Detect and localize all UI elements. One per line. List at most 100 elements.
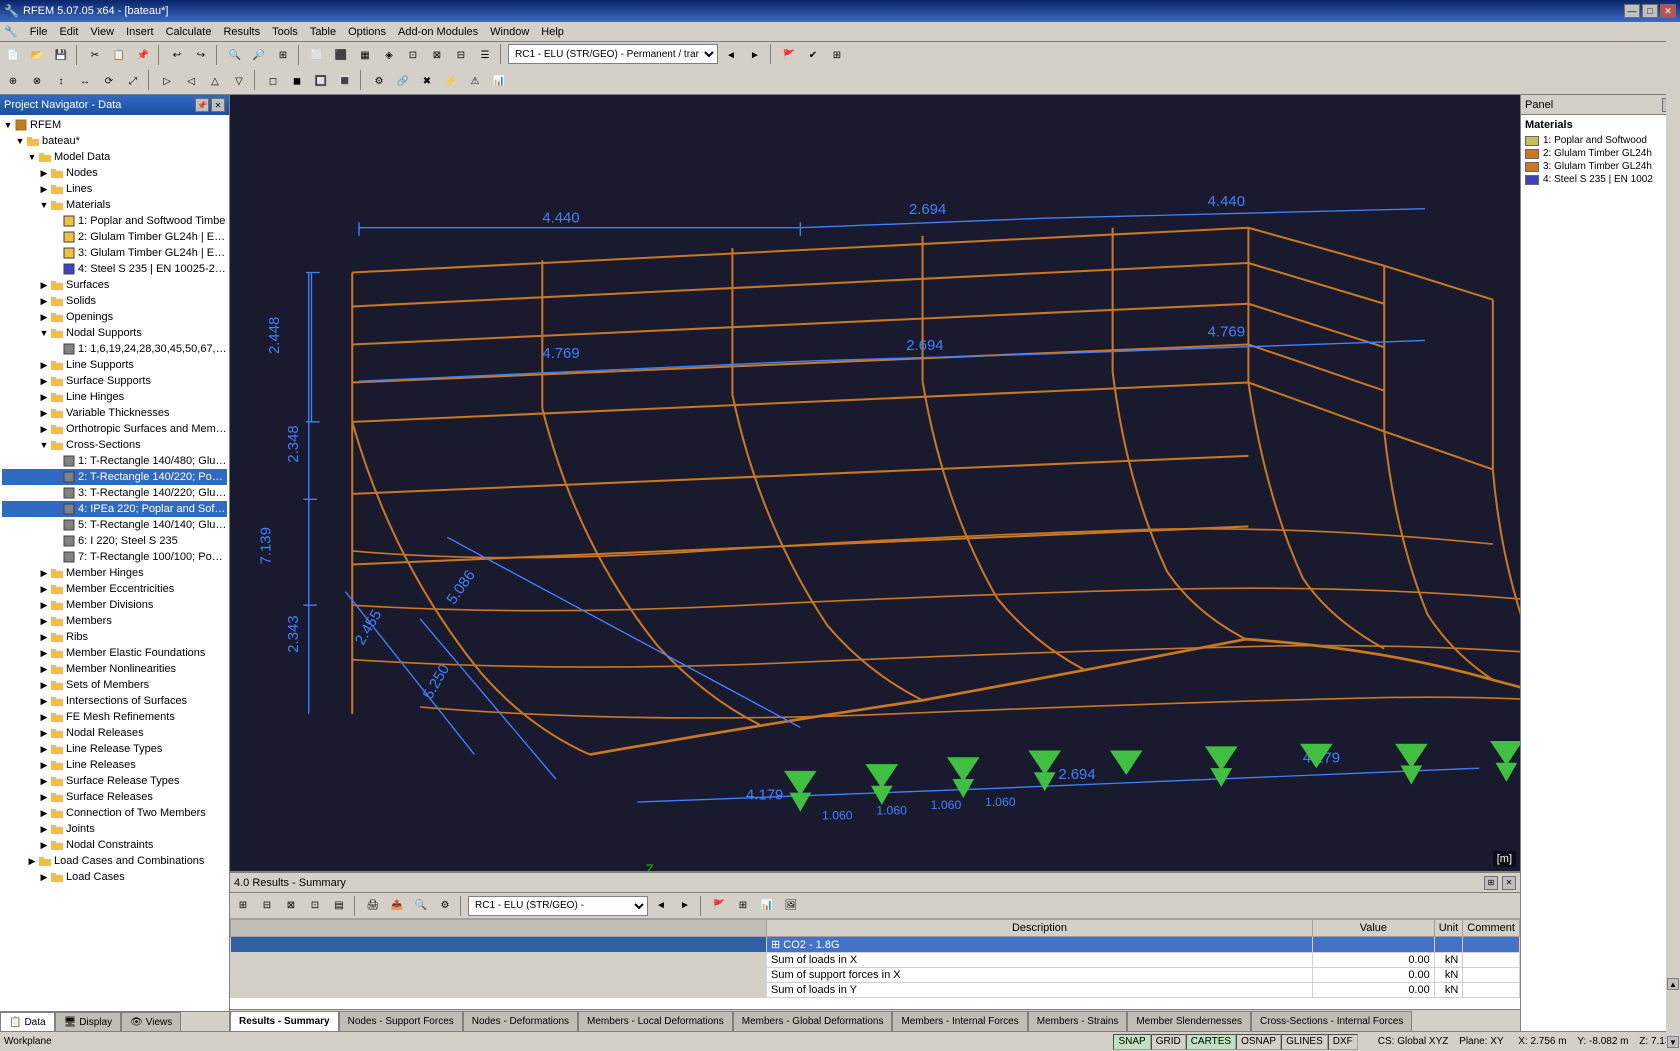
- expand-icon-materials[interactable]: ▼: [38, 199, 50, 211]
- tb2-btn-6[interactable]: ⤢: [122, 70, 144, 92]
- expand-icon-model-data[interactable]: ▼: [26, 151, 38, 163]
- tree-item-cs1[interactable]: 1: T-Rectangle 140/480; Glulan: [2, 453, 227, 469]
- glines-status[interactable]: GLINES: [1281, 1034, 1328, 1050]
- osnap-status[interactable]: OSNAP: [1236, 1034, 1281, 1050]
- expand-icon-cs1[interactable]: [50, 455, 62, 467]
- res-tb-btn-2[interactable]: ⊟: [256, 895, 278, 917]
- close-button[interactable]: ✕: [1660, 4, 1676, 18]
- nav-tab-data[interactable]: 📋 Data: [0, 1012, 55, 1031]
- menu-item-view[interactable]: View: [84, 24, 120, 40]
- tb2-btn-3[interactable]: ↕: [50, 70, 72, 92]
- expand-icon-cs2[interactable]: [50, 471, 62, 483]
- tb2-btn-7[interactable]: ▷: [156, 70, 178, 92]
- tb-copy-btn[interactable]: 📋: [108, 44, 130, 66]
- tree-item-openings[interactable]: ▶Openings: [2, 309, 227, 325]
- tree-item-model-data[interactable]: ▼Model Data: [2, 149, 227, 165]
- tb2-btn-19[interactable]: ⚠: [464, 70, 486, 92]
- tree-item-rfem[interactable]: ▼RFEM: [2, 117, 227, 133]
- tree-item-materials[interactable]: ▼Materials: [2, 197, 227, 213]
- nav-pin-button[interactable]: 📌: [195, 98, 209, 112]
- expand-icon-mat3[interactable]: [50, 247, 62, 259]
- expand-icon-cross-sections[interactable]: ▼: [38, 439, 50, 451]
- expand-icon-solids[interactable]: ▶: [38, 295, 50, 307]
- tree-item-ns1[interactable]: 1: 1,6,19,24,28,30,45,50,67,68,72: [2, 341, 227, 357]
- menu-item-help[interactable]: Help: [535, 24, 570, 40]
- snap-status[interactable]: SNAP: [1113, 1034, 1150, 1050]
- tree-item-member-nonlinearities[interactable]: ▶Member Nonlinearities: [2, 661, 227, 677]
- tb-btn-g[interactable]: ⊟: [450, 44, 472, 66]
- res-tab-members---internal-forces[interactable]: Members - Internal Forces: [892, 1011, 1027, 1031]
- menu-item-insert[interactable]: Insert: [120, 24, 160, 40]
- tree-item-line-release-types[interactable]: ▶Line Release Types: [2, 741, 227, 757]
- expand-icon-openings[interactable]: ▶: [38, 311, 50, 323]
- expand-icon-nodal-releases[interactable]: ▶: [38, 727, 50, 739]
- minimize-button[interactable]: —: [1624, 4, 1640, 18]
- expand-icon-joints[interactable]: ▶: [38, 823, 50, 835]
- expand-icon-cs6[interactable]: [50, 535, 62, 547]
- tree-item-ortho-surfaces[interactable]: ▶Orthotropic Surfaces and Membra: [2, 421, 227, 437]
- res-tab-nodes---support-forces[interactable]: Nodes - Support Forces: [339, 1011, 463, 1031]
- res-tb-settings[interactable]: ⚙: [434, 895, 456, 917]
- results-float-btn[interactable]: ⊞: [1484, 876, 1498, 890]
- tree-item-surface-release-types[interactable]: ▶Surface Release Types: [2, 773, 227, 789]
- expand-icon-mat2[interactable]: [50, 231, 62, 243]
- tree-item-solids[interactable]: ▶Solids: [2, 293, 227, 309]
- res-tb-btn-5[interactable]: ▤: [328, 895, 350, 917]
- expand-icon-surface-release-types[interactable]: ▶: [38, 775, 50, 787]
- tb2-btn-16[interactable]: 🔗: [392, 70, 414, 92]
- nav-close-button[interactable]: ✕: [211, 98, 225, 112]
- tree-item-cs5[interactable]: 5: T-Rectangle 140/140; Glulan: [2, 517, 227, 533]
- expand-icon-load-cases-more[interactable]: ▶: [38, 871, 50, 883]
- tree-item-connection-two-members[interactable]: ▶Connection of Two Members: [2, 805, 227, 821]
- expand-icon-lines[interactable]: ▶: [38, 183, 50, 195]
- res-tab-members---global-deformations[interactable]: Members - Global Deformations: [733, 1011, 893, 1031]
- res-tb-btn-1[interactable]: ⊞: [232, 895, 254, 917]
- tb-zoom-all-btn[interactable]: ⊞: [272, 44, 294, 66]
- tree-item-surface-supports[interactable]: ▶Surface Supports: [2, 373, 227, 389]
- tb-btn-c[interactable]: ▦: [354, 44, 376, 66]
- tb-save-btn[interactable]: 💾: [50, 44, 72, 66]
- res-tb-btn-4[interactable]: ⊡: [304, 895, 326, 917]
- expand-icon-member-nonlinearities[interactable]: ▶: [38, 663, 50, 675]
- tb2-btn-14[interactable]: 🔳: [334, 70, 356, 92]
- expand-icon-variable-thicknesses[interactable]: ▶: [38, 407, 50, 419]
- menu-item-add-on-modules[interactable]: Add-on Modules: [392, 24, 484, 40]
- res-flag-btn[interactable]: 🚩: [708, 895, 730, 917]
- load-combo-select[interactable]: RC1 - ELU (STR/GEO) - Permanent / trar: [508, 44, 718, 64]
- table-row[interactable]: Sum of loads in X0.00kN: [231, 953, 1520, 968]
- viewport[interactable]: 4.440 2.694 4.440 4.769 2.694 4.769 4.17…: [230, 95, 1520, 871]
- tb-open-btn[interactable]: 📂: [26, 44, 48, 66]
- menu-item-results[interactable]: Results: [217, 24, 266, 40]
- tb-cut-btn[interactable]: ✂: [84, 44, 106, 66]
- res-tab-member-slendernesses[interactable]: Member Slendernesses: [1127, 1011, 1251, 1031]
- table-row[interactable]: Sum of loads in Y0.00kN: [231, 983, 1520, 998]
- tb2-btn-18[interactable]: ⚡: [440, 70, 462, 92]
- expand-icon-load-cases[interactable]: ▶: [26, 855, 38, 867]
- res-3d-btn[interactable]: 🖼: [780, 895, 802, 917]
- tree-item-nodes[interactable]: ▶Nodes: [2, 165, 227, 181]
- tb-flag-btn[interactable]: 🚩: [778, 44, 800, 66]
- tb-btn-a[interactable]: ⬜: [306, 44, 328, 66]
- expand-icon-line-release-types[interactable]: ▶: [38, 743, 50, 755]
- tree-item-members[interactable]: ▶Members: [2, 613, 227, 629]
- res-tb-btn-3[interactable]: ⊠: [280, 895, 302, 917]
- res-tab-results---summary[interactable]: Results - Summary: [230, 1011, 339, 1031]
- panel-scrollbar[interactable]: ▲ ▼: [1666, 22, 1680, 1050]
- tree-item-joints[interactable]: ▶Joints: [2, 821, 227, 837]
- tb-new-btn[interactable]: 📄: [2, 44, 24, 66]
- tb2-btn-1[interactable]: ⊕: [2, 70, 24, 92]
- menu-item-file[interactable]: File: [24, 24, 54, 40]
- expand-icon-line-hinges[interactable]: ▶: [38, 391, 50, 403]
- tb-btn-d[interactable]: ◈: [378, 44, 400, 66]
- menu-item-calculate[interactable]: Calculate: [160, 24, 218, 40]
- expand-icon-ortho-surfaces[interactable]: ▶: [38, 423, 50, 435]
- results-close-btn[interactable]: ✕: [1502, 876, 1516, 890]
- tb-zoom-out-btn[interactable]: 🔎: [248, 44, 270, 66]
- tb2-btn-11[interactable]: ◻: [262, 70, 284, 92]
- res-tb-export[interactable]: 📤: [386, 895, 408, 917]
- tb-table-btn[interactable]: ⊞: [826, 44, 848, 66]
- tree-item-sets-of-members[interactable]: ▶Sets of Members: [2, 677, 227, 693]
- expand-icon-mat1[interactable]: [50, 215, 62, 227]
- res-tb-print[interactable]: 🖨: [362, 895, 384, 917]
- expand-icon-ribs[interactable]: ▶: [38, 631, 50, 643]
